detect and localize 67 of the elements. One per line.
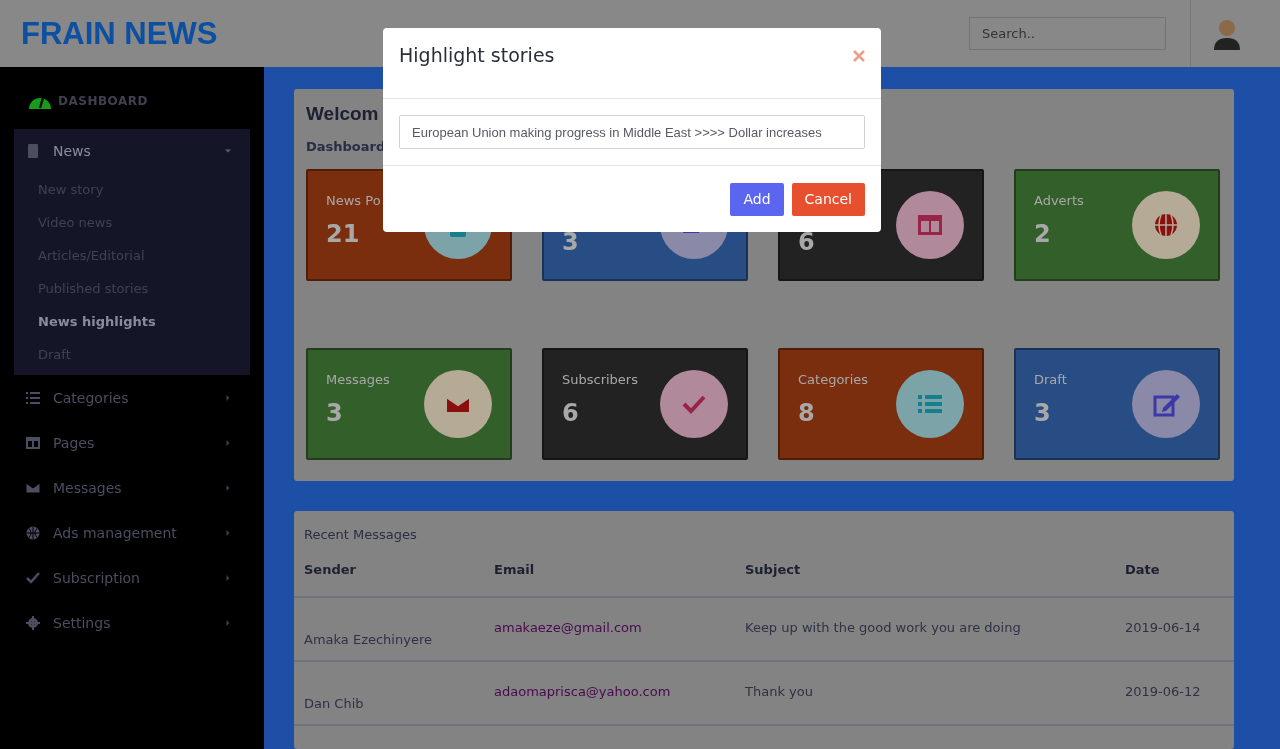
site-logo: FRAIN NEWS [21,15,219,52]
subject-cell-text: Keep up with the good work you are doing [745,619,1022,635]
caret-icon [224,619,232,626]
globe-icon [1132,191,1200,259]
check-icon [26,570,40,585]
sender-cell-text: Amaka Ezechinyere [304,631,433,647]
caret-icon [224,439,232,446]
breadcrumb: Dashboard [306,139,387,154]
stat-card[interactable]: Draft 3 [1014,348,1220,460]
card-count: 6 [798,228,815,256]
card-label: Messages [326,372,390,387]
submenu-item[interactable]: News highlights [14,305,250,338]
date-cell-text: 2019-06-14 [1125,619,1202,635]
highlight-input[interactable]: European Union making progress in Middle East >>>> Dollar increases [399,115,865,149]
caret-icon [224,484,232,491]
globe-icon [26,525,40,540]
user-avatar-icon[interactable] [1212,17,1242,50]
sidebar-item[interactable]: News [14,129,250,173]
columns-icon [896,191,964,259]
email-link[interactable]: amakaeze@gmail.com [494,598,745,635]
envelope-icon [424,370,492,438]
stat-card[interactable]: Categories 8 [778,348,984,460]
email-link[interactable]: adaomaprisca@yahoo.com [494,662,745,699]
columns-icon [26,435,40,450]
stat-card[interactable]: Messages 3 [306,348,512,460]
card-label: Categories [798,372,869,387]
card-count: 3 [326,399,344,427]
list-icon [896,370,964,438]
card-label: News Po [326,193,381,208]
cancel-button[interactable]: Cancel [791,182,865,216]
sidebar-item[interactable]: Ads management [14,510,250,555]
caret-icon [224,148,232,154]
caret-icon [224,394,232,401]
sidebar-item[interactable]: Categories [14,375,250,420]
card-count: 8 [798,399,816,427]
card-label: Draft [1034,372,1067,387]
search-field[interactable]: Search.. [969,17,1166,50]
card-count: 2 [1034,220,1052,248]
column-header: Date [1125,562,1161,577]
panel-title: Recent Messages [303,527,418,542]
date-cell-text: 2019-06-12 [1125,683,1202,699]
sidebar-item[interactable]: Pages [14,420,250,465]
card-label: Adverts [1034,193,1084,208]
check-icon [660,370,728,438]
column-header: Email [494,562,536,577]
edit-icon [1132,370,1200,438]
caret-icon [224,529,232,536]
card-label: Subscribers [562,372,638,387]
card-count: 6 [562,399,580,427]
column-header: Subject [745,562,802,577]
stat-card[interactable]: Adverts 2 [1014,169,1220,281]
column-header: Sender [304,562,357,577]
caret-icon [224,574,232,581]
welcome-heading: Welcom [306,102,379,126]
card-count: 3 [1034,399,1052,427]
sidebar-item[interactable]: Subscription [14,555,250,600]
subject-cell-text: Thank you [745,683,814,699]
card-count: 3 [562,228,579,256]
sender-cell-text: Dan Chib [304,695,365,711]
dashboard-link[interactable]: DASHBOARD [58,94,148,108]
dialog-title: Highlight stories [399,44,555,66]
list-icon [26,390,40,405]
sidebar-item[interactable]: Settings [14,600,250,645]
add-button[interactable]: Add [730,182,784,216]
stat-card[interactable]: Subscribers 6 [542,348,748,460]
card-count: 21 [326,220,361,248]
sidebar-item[interactable]: Messages [14,465,250,510]
